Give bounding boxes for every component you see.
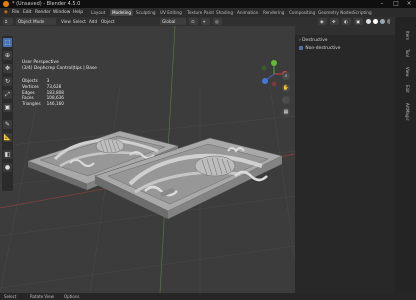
pan-hand-icon[interactable]: ✋ bbox=[282, 84, 290, 92]
tab-shading[interactable]: Shading bbox=[214, 9, 235, 16]
tab-modeling[interactable]: Modeling bbox=[110, 9, 134, 16]
snap-icon[interactable]: ⌖ bbox=[201, 18, 210, 25]
add-cube-tool-icon[interactable]: ◧ bbox=[3, 150, 12, 159]
scene-statistics: Objects 3 Vertices 73,628 Edges 183,808 Fac… bbox=[22, 78, 70, 107]
scale-tool-icon[interactable]: ⤢ bbox=[3, 90, 12, 99]
blender-logo-icon bbox=[3, 1, 9, 7]
outliner-header bbox=[295, 26, 395, 35]
status-bar: Select Rotate View Options bbox=[0, 293, 416, 300]
tab-animation[interactable]: Animation bbox=[235, 9, 260, 16]
outliner-item-label: Destructive bbox=[302, 38, 328, 43]
title-bar: * (Unsaved) - Blender 4.5.0 – □ × bbox=[0, 0, 416, 8]
tab-layout[interactable]: Layout bbox=[89, 9, 107, 16]
select-box-tool-icon[interactable]: ⬚ bbox=[3, 38, 12, 47]
tab-scripting[interactable]: Scripting bbox=[351, 9, 374, 16]
outliner-item-label: Non-destructive bbox=[305, 46, 341, 51]
menu-view[interactable]: View bbox=[61, 17, 71, 26]
measure-tool-icon[interactable]: 📐 bbox=[3, 133, 12, 142]
tab-artmagic[interactable]: ArtMagic bbox=[405, 103, 410, 121]
orientation-label: Global bbox=[162, 19, 176, 24]
menu-select[interactable]: Select bbox=[73, 17, 86, 26]
material-tool-icon[interactable]: ● bbox=[3, 163, 12, 172]
menu-window[interactable]: Window bbox=[53, 8, 70, 17]
mode-label: Object Mode bbox=[18, 19, 45, 24]
tab-edit[interactable]: Edit bbox=[405, 85, 410, 93]
viewport-info: User Perspective (3/4) Dephcrep Control|… bbox=[22, 60, 97, 72]
visibility-icon[interactable]: ◉ bbox=[318, 18, 327, 25]
tool-shelf: ⬚ ⊕ ✥ ↻ ⤢ ▣ ✎ 📐 ◧ ● bbox=[2, 36, 13, 191]
tab-sculpting[interactable]: Sculpting bbox=[134, 9, 158, 16]
mode-dropdown[interactable]: Object Mode bbox=[16, 18, 56, 25]
perspective-toggle-icon[interactable]: ▦ bbox=[282, 108, 290, 116]
tab-uv-editing[interactable]: UV Editing bbox=[158, 9, 184, 16]
blender-window: * (Unsaved) - Blender 4.5.0 – □ × ◉ File… bbox=[0, 0, 416, 300]
status-select: Select bbox=[4, 294, 17, 299]
menu-file[interactable]: File bbox=[12, 8, 19, 17]
stat-row: Triangles 146,160 bbox=[22, 101, 70, 107]
collapse-chevron-icon[interactable]: › bbox=[299, 38, 301, 43]
status-rotate-view: Rotate View bbox=[30, 294, 54, 299]
sidebar-tabs: Item Tool View Edit ArtMagic bbox=[395, 17, 416, 293]
tab-compositing[interactable]: Compositing bbox=[287, 9, 317, 16]
stat-label: Triangles bbox=[22, 101, 41, 107]
tab-view[interactable]: View bbox=[405, 67, 410, 77]
menu-edit[interactable]: Edit bbox=[23, 8, 32, 17]
annotate-tool-icon[interactable]: ✎ bbox=[3, 120, 12, 129]
stat-value: 146,160 bbox=[46, 101, 64, 107]
pivot-icon[interactable]: ⊙ bbox=[189, 18, 198, 25]
status-options: Options bbox=[64, 294, 80, 299]
zoom-icon[interactable]: ⌕ bbox=[282, 72, 290, 80]
tab-texture-paint[interactable]: Texture Paint bbox=[185, 9, 216, 16]
viewport-header: ⌗ Object Mode View Select Add Object Glo… bbox=[0, 17, 392, 26]
cursor-tool-icon[interactable]: ⊕ bbox=[3, 51, 12, 60]
tab-item[interactable]: Item bbox=[405, 31, 410, 40]
collection-name: (3/4) Dephcrep Control|tips | Base bbox=[22, 66, 97, 71]
xray-icon[interactable]: ▣ bbox=[354, 18, 363, 25]
rotate-tool-icon[interactable]: ↻ bbox=[3, 77, 12, 86]
shading-wireframe-icon[interactable] bbox=[366, 19, 371, 24]
camera-view-icon[interactable]: 🎥 bbox=[282, 96, 290, 104]
maximize-button[interactable]: □ bbox=[390, 0, 402, 8]
orientation-dropdown[interactable]: Global bbox=[160, 18, 186, 25]
minimize-button[interactable]: – bbox=[376, 0, 388, 8]
shading-solid-icon[interactable] bbox=[373, 19, 378, 24]
close-button[interactable]: × bbox=[403, 0, 415, 8]
shading-material-icon[interactable] bbox=[380, 19, 385, 24]
move-tool-icon[interactable]: ✥ bbox=[3, 64, 12, 73]
outliner-item-non-destructive[interactable]: Non-destructive bbox=[299, 45, 340, 52]
outliner-panel: › Destructive Non-destructive bbox=[295, 26, 395, 293]
tab-tool[interactable]: Tool bbox=[405, 49, 410, 57]
checkbox-icon[interactable] bbox=[299, 45, 303, 50]
menu-object[interactable]: Object bbox=[101, 17, 115, 26]
tab-geometry-nodes[interactable]: Geometry Nodes bbox=[316, 9, 355, 16]
menu-bar: ◉ File Edit Render Window Help Layout Mo… bbox=[0, 8, 416, 17]
gizmo-icon[interactable]: ✥ bbox=[330, 18, 339, 25]
editor-type-icon[interactable]: ⌗ bbox=[3, 18, 13, 25]
transform-tool-icon[interactable]: ▣ bbox=[3, 103, 12, 112]
menu-help[interactable]: Help bbox=[73, 8, 83, 17]
menu-render[interactable]: Render bbox=[35, 8, 51, 17]
proportional-edit-icon[interactable]: ◎ bbox=[213, 18, 222, 25]
tab-rendering[interactable]: Rendering bbox=[261, 9, 286, 16]
menu-add[interactable]: Add bbox=[89, 17, 97, 26]
overlay-icon[interactable]: ◐ bbox=[342, 18, 351, 25]
blender-menu-icon[interactable]: ◉ bbox=[4, 8, 8, 17]
outliner-item-destructive[interactable]: › Destructive bbox=[299, 37, 328, 44]
window-title: * (Unsaved) - Blender 4.5.0 bbox=[12, 1, 81, 7]
3d-viewport[interactable]: ⬚ ⊕ ✥ ↻ ⤢ ▣ ✎ 📐 ◧ ● User Perspective (3/… bbox=[0, 26, 295, 293]
